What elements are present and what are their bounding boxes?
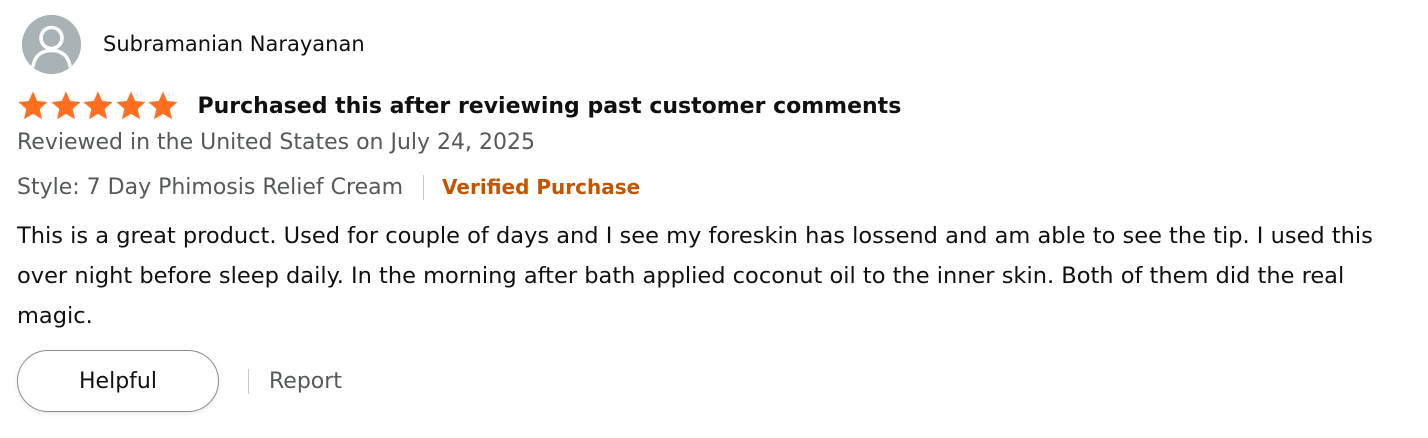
star-rating[interactable]	[17, 90, 180, 122]
star-icon	[148, 91, 178, 120]
review-format-strip: Style: 7 Day Phimosis Relief Cream Verif…	[17, 170, 640, 204]
reviewer-profile[interactable]: Subramanian Narayanan	[22, 14, 365, 74]
star-icon	[83, 91, 113, 120]
review-text: This is a great product. Used for couple…	[17, 223, 1373, 329]
default-user-avatar-icon	[22, 14, 81, 74]
reviewer-name[interactable]: Subramanian Narayanan	[103, 32, 365, 56]
product-style[interactable]: Style: 7 Day Phimosis Relief Cream	[17, 175, 403, 200]
review-date: Reviewed in the United States on July 24…	[17, 130, 536, 155]
divider	[423, 174, 425, 200]
review-title-row: Purchased this after reviewing past cust…	[17, 88, 901, 124]
star-icon	[116, 91, 145, 120]
helpful-button[interactable]: Helpful	[17, 350, 219, 412]
divider	[248, 368, 249, 394]
verified-purchase-badge: Verified Purchase	[442, 175, 641, 199]
review-actions: Helpful Report	[17, 350, 342, 412]
customer-review: Subramanian Narayanan Purchased this aft…	[0, 0, 1428, 438]
star-icon	[18, 91, 48, 120]
report-link[interactable]: Report	[269, 369, 342, 394]
review-title[interactable]: Purchased this after reviewing past cust…	[198, 94, 902, 119]
star-icon	[51, 91, 80, 120]
review-body: This is a great product. Used for couple…	[17, 216, 1412, 336]
